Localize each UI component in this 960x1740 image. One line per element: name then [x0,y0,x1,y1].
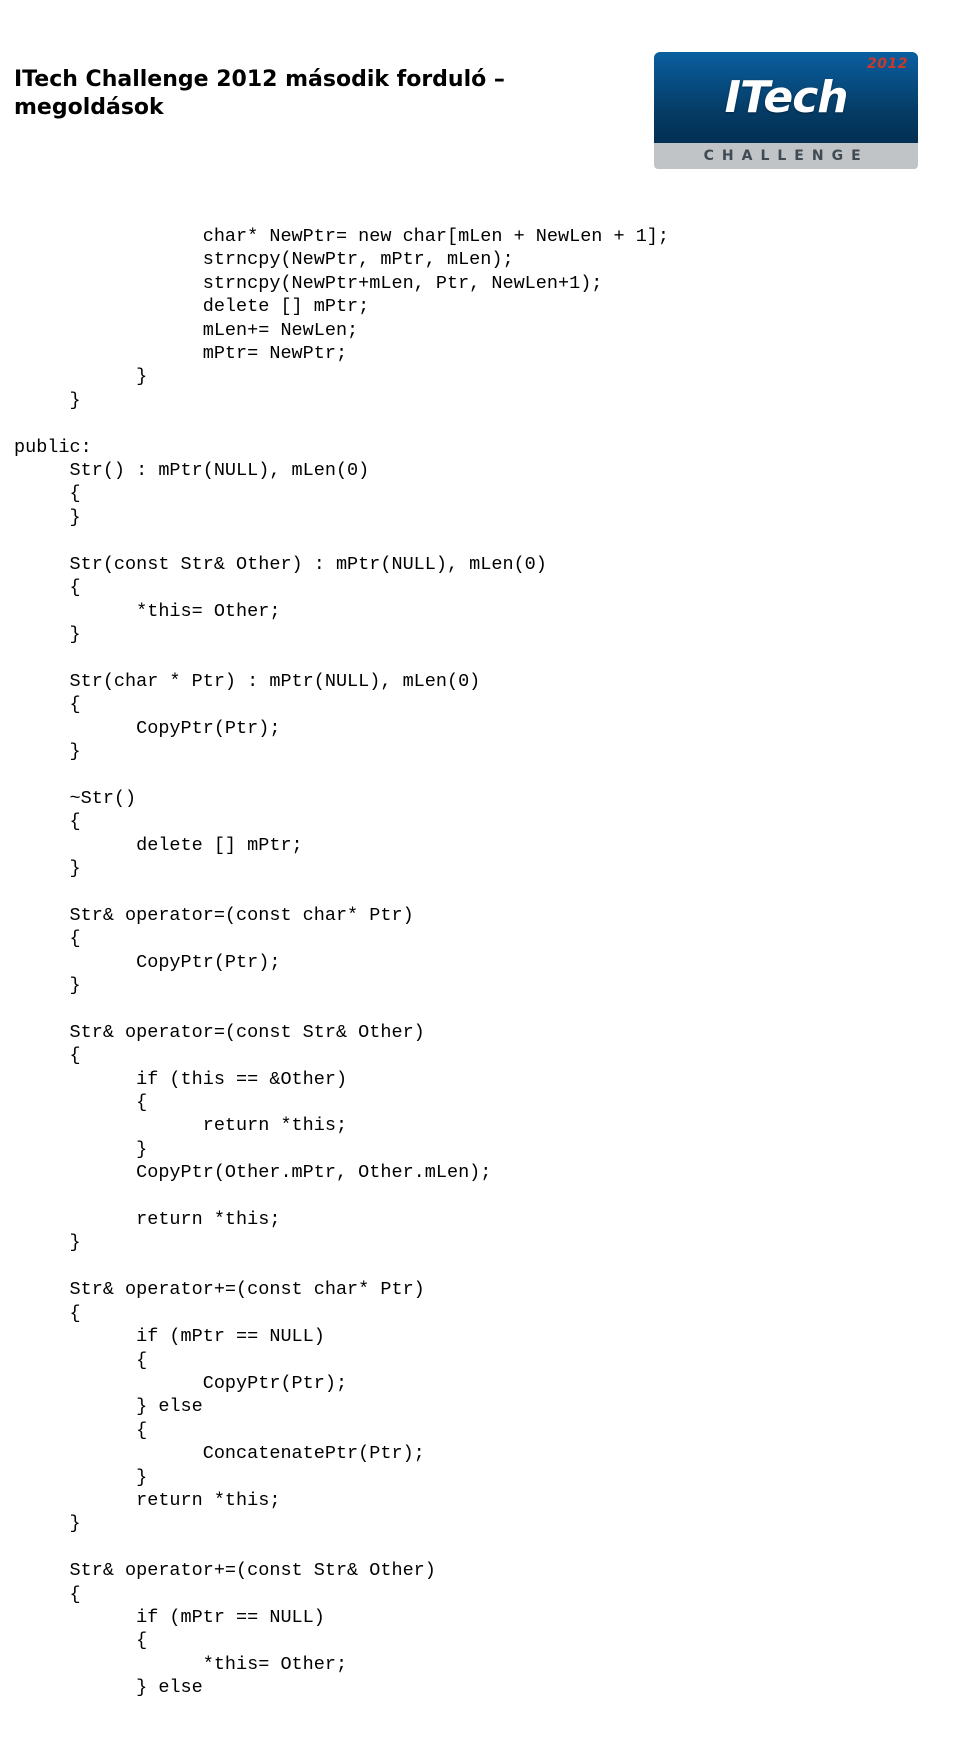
logo-bar: CHALLENGE [654,143,918,169]
logo: 2012 ITech CHALLENGE [654,52,918,169]
logo-word: ITech [725,72,848,123]
logo-top: 2012 ITech [654,52,918,143]
logo-year: 2012 [867,56,908,72]
page-title: ITech Challenge 2012 második forduló – m… [14,66,654,121]
document-page: ITech Challenge 2012 második forduló – m… [0,0,960,1740]
page-header: ITech Challenge 2012 második forduló – m… [0,52,918,169]
code-block: char* NewPtr= new char[mLen + NewLen + 1… [0,225,918,1700]
